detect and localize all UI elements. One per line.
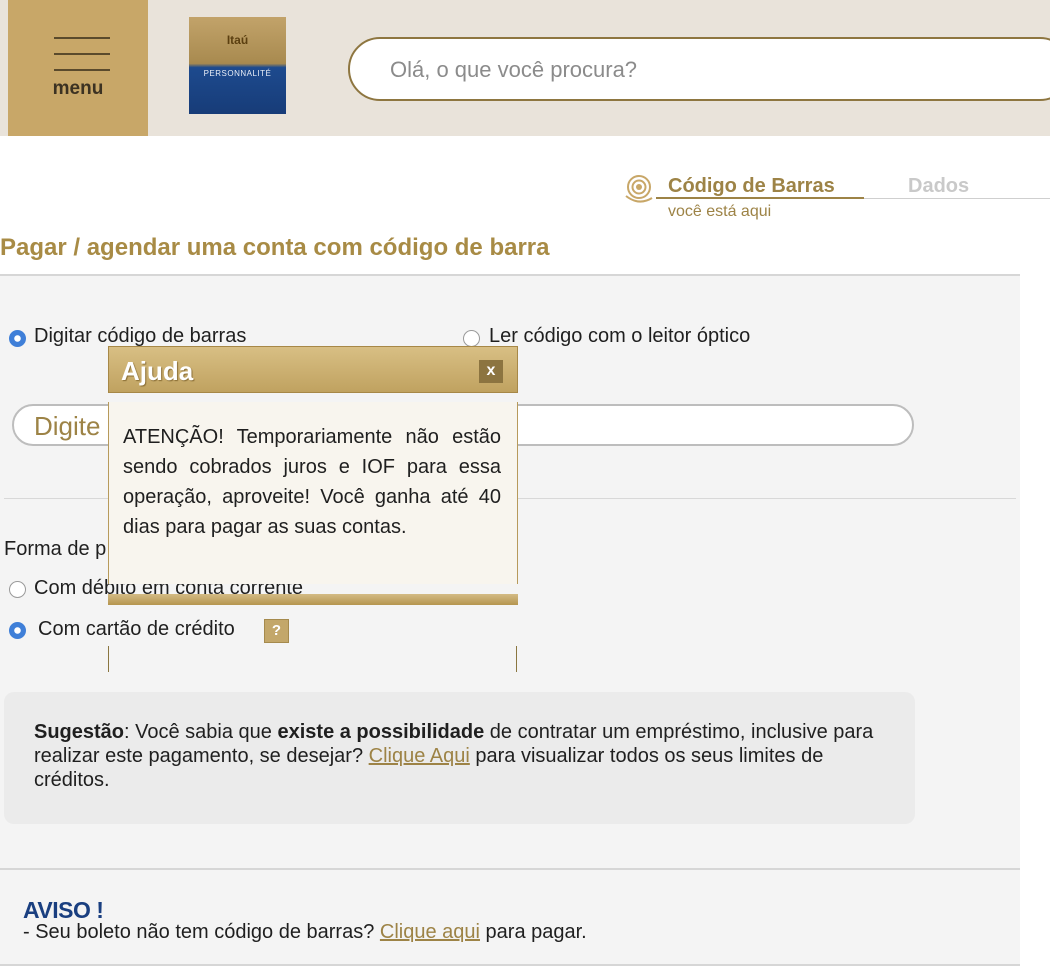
help-popup: Ajuda x ATENÇÃO! Temporariamente não est… [108,346,518,672]
step-data-label: Dados [908,175,970,197]
debit-radio[interactable] [9,581,26,598]
credit-card-radio[interactable] [9,622,26,639]
suggestion-heading: Sugestão [34,721,125,743]
popup-footer-bar [108,594,518,605]
popup-header: Ajuda x [108,346,518,393]
close-icon[interactable]: x [479,360,503,383]
popup-border [516,646,517,672]
notice-text-part: - Seu boleto não tem código de barras? [23,921,380,943]
top-header: menu Itaú PERSONNALITÉ Olá, o que você p… [0,0,1050,136]
suggestion-text: Sugestão: Você sabia que existe a possib… [34,720,884,792]
notice-text: - Seu boleto não tem código de barras? C… [23,921,587,944]
pay-without-barcode-link[interactable]: Clique aqui [380,921,480,943]
divider [0,964,1020,966]
step-barcode-label: Código de Barras [668,175,835,197]
popup-message: ATENÇÃO! Temporariamente não estão sendo… [123,426,501,538]
suggestion-box: Sugestão: Você sabia que existe a possib… [4,692,915,824]
menu-button[interactable]: menu [8,0,148,136]
step-barcode-underline [656,197,864,199]
popup-border [108,646,109,672]
scan-barcode-label[interactable]: Ler código com o leitor óptico [489,325,750,348]
logo-brand-text: Itaú [226,33,249,47]
step-current-indicator: você está aqui [668,203,772,220]
menu-label: menu [52,78,104,99]
search-input[interactable]: Olá, o que você procura? [348,37,1050,101]
notice-title: AVISO ! [23,897,104,923]
view-limits-link[interactable]: Clique Aqui [369,745,470,767]
step-data-line [864,198,1050,199]
popup-title: Ajuda [121,356,194,386]
type-barcode-radio[interactable] [9,330,26,347]
target-icon [625,175,653,203]
scan-barcode-radio[interactable] [463,330,480,347]
type-barcode-label[interactable]: Digitar código de barras [34,325,246,348]
notice-area [0,870,1020,964]
notice-text-part: para pagar. [479,921,587,943]
search-placeholder: Olá, o que você procura? [390,57,638,82]
barcode-placeholder: Digite [34,411,101,441]
payment-method-label: Forma de p [4,538,107,560]
logo-sub-text: PERSONNALITÉ [203,69,272,78]
page-title: Pagar / agendar uma conta com código de … [0,234,550,261]
suggestion-emphasis: existe a possibilidade [277,721,485,743]
itau-personnalite-logo[interactable]: Itaú PERSONNALITÉ [189,17,286,114]
suggestion-text-part: : Você sabia que [124,721,278,743]
